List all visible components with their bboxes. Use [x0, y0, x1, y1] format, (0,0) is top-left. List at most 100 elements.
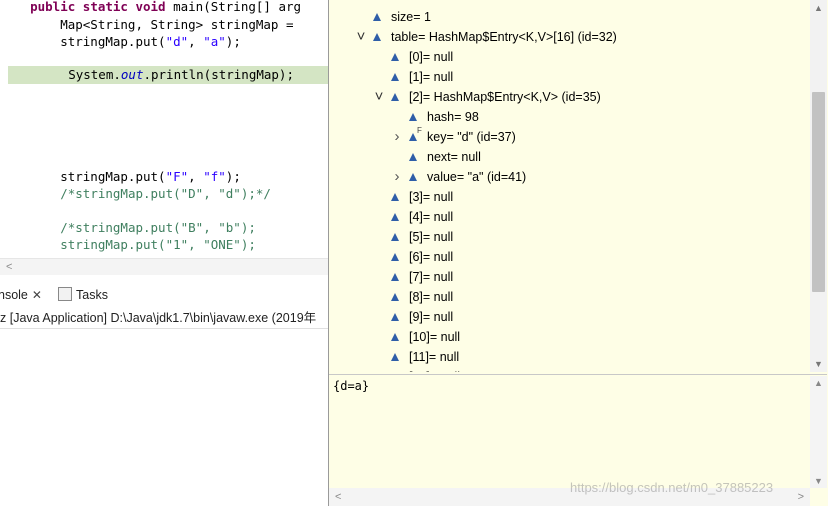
debug-hover-popup: size= 1 ˅ table= HashMap$Entry<K,V>[16] (i… — [328, 0, 828, 506]
code-line[interactable]: stringMap.put("d", "a"); — [0, 33, 330, 51]
field-icon — [409, 173, 417, 181]
scroll-right-arrow-icon[interactable]: > — [798, 488, 804, 506]
variables-tree[interactable]: size= 1 ˅ table= HashMap$Entry<K,V>[16] (i… — [329, 0, 809, 372]
scroll-left-arrow-icon[interactable]: < — [6, 259, 12, 275]
field-icon — [391, 53, 399, 61]
code-token: ); — [225, 169, 241, 184]
code-token: "f" — [203, 169, 226, 184]
field-icon — [391, 193, 399, 201]
field-icon — [391, 353, 399, 361]
code-line[interactable]: Map<String, String> stringMap = — [0, 16, 330, 34]
field-icon — [409, 153, 417, 161]
variable-row[interactable]: hash= 98 — [427, 107, 479, 127]
chevron-right-icon[interactable]: › — [391, 127, 403, 147]
chevron-right-icon[interactable]: › — [391, 167, 403, 187]
code-token: stringMap.put( — [0, 34, 166, 49]
watermark: https://blog.csdn.net/m0_37885223 — [570, 480, 774, 495]
scroll-up-arrow-icon[interactable]: ▲ — [810, 0, 827, 16]
variable-row[interactable]: [2]= HashMap$Entry<K,V> (id=35) — [409, 87, 601, 107]
field-icon — [373, 13, 381, 21]
code-token: System. — [8, 67, 121, 82]
variable-row[interactable]: key= "d" (id=37) — [427, 127, 516, 147]
code-token: ); — [225, 34, 241, 49]
pane-divider[interactable] — [329, 374, 827, 375]
variable-row[interactable]: [10]= null — [409, 327, 460, 347]
code-token: /*stringMap.put("D", "d");*/ — [60, 186, 271, 201]
code-token: "d" — [165, 34, 189, 49]
variable-row[interactable]: [8]= null — [409, 287, 453, 307]
code-token: stringMap.put( — [0, 169, 166, 184]
code-line[interactable] — [0, 118, 330, 136]
variable-row[interactable]: [11]= null — [409, 347, 459, 367]
variable-row[interactable]: [4]= null — [409, 207, 453, 227]
tasks-icon — [58, 287, 72, 301]
code-line[interactable]: System.out.println(stringMap); — [8, 66, 330, 84]
variable-row[interactable]: [5]= null — [409, 227, 453, 247]
variable-row[interactable]: [6]= null — [409, 247, 453, 267]
scroll-down-arrow-icon[interactable]: ▼ — [810, 356, 827, 372]
variable-row[interactable]: value= "a" (id=41) — [427, 167, 526, 187]
code-editor[interactable]: public static void main(String[] arg Map… — [0, 0, 330, 258]
field-icon — [391, 253, 399, 261]
variable-row[interactable]: next= null — [427, 147, 481, 167]
close-icon[interactable]: ✕ — [32, 288, 42, 302]
code-line[interactable]: stringMap.put("1", "ONE"); — [0, 236, 330, 254]
code-line[interactable]: stringMap.put("F", "f"); — [0, 168, 330, 186]
code-line[interactable] — [0, 135, 330, 153]
field-icon — [391, 73, 399, 81]
editor-horizontal-scrollbar[interactable]: < — [0, 258, 330, 275]
code-token: stringMap.put("1", "ONE"); — [60, 237, 256, 252]
chevron-down-icon[interactable]: ˅ — [373, 87, 385, 107]
code-line[interactable] — [0, 101, 330, 119]
code-token: Map<String, String> stringMap = — [0, 17, 294, 32]
tab-tasks[interactable]: Tasks — [58, 283, 108, 307]
console-tab-bar: nsole ✕ Tasks — [0, 283, 330, 307]
final-modifier-icon: F — [417, 126, 422, 135]
variable-row[interactable]: [12]= null — [409, 367, 460, 372]
code-token: public static void — [30, 0, 166, 14]
variable-row[interactable]: table= HashMap$Entry<K,V>[16] (id=32) — [391, 27, 617, 47]
field-icon — [391, 213, 399, 221]
code-token: "F" — [165, 169, 189, 184]
variable-row[interactable]: [0]= null — [409, 47, 453, 67]
scrollbar-thumb[interactable] — [812, 92, 825, 292]
code-token: /*stringMap.put("B", "b"); — [60, 220, 256, 235]
tree-vertical-scrollbar[interactable]: ▲ ▼ — [810, 0, 827, 372]
code-token: .println(stringMap); — [143, 67, 294, 82]
variable-row[interactable]: [3]= null — [409, 187, 453, 207]
tab-console[interactable]: nsole ✕ — [0, 283, 42, 307]
code-token: main(String[] arg — [165, 0, 302, 14]
console-launch-label: z [Java Application] D:\Java\jdk1.7\bin\… — [0, 308, 330, 329]
detail-vertical-scrollbar[interactable]: ▲ ▼ — [810, 376, 827, 488]
field-icon — [391, 313, 399, 321]
field-icon — [391, 333, 399, 341]
code-line[interactable] — [0, 202, 330, 220]
field-icon — [391, 93, 399, 101]
variable-row[interactable]: [7]= null — [409, 267, 453, 287]
detail-pane-text: {d=a} — [333, 379, 370, 393]
variable-row[interactable]: size= 1 — [391, 7, 431, 27]
variable-row[interactable]: [1]= null — [409, 67, 453, 87]
scroll-up-arrow-icon[interactable]: ▲ — [810, 376, 827, 390]
scroll-left-arrow-icon[interactable]: < — [335, 488, 341, 506]
tab-console-label: nsole — [0, 288, 28, 302]
code-token: , — [188, 169, 204, 184]
field-icon — [409, 113, 417, 121]
field-icon — [391, 273, 399, 281]
code-line[interactable]: /*stringMap.put("B", "b"); — [0, 219, 330, 237]
variable-row[interactable]: [9]= null — [409, 307, 453, 327]
field-icon — [409, 133, 417, 141]
code-token: , — [188, 34, 204, 49]
chevron-down-icon[interactable]: ˅ — [355, 27, 367, 47]
code-token: "a" — [203, 34, 226, 49]
tab-tasks-label: Tasks — [76, 288, 108, 302]
code-line[interactable]: public static void main(String[] arg — [0, 0, 330, 16]
code-token: out — [120, 67, 144, 82]
code-line[interactable] — [0, 84, 330, 102]
code-line[interactable]: /*stringMap.put("D", "d");*/ — [0, 185, 330, 203]
scroll-down-arrow-icon[interactable]: ▼ — [810, 474, 827, 488]
